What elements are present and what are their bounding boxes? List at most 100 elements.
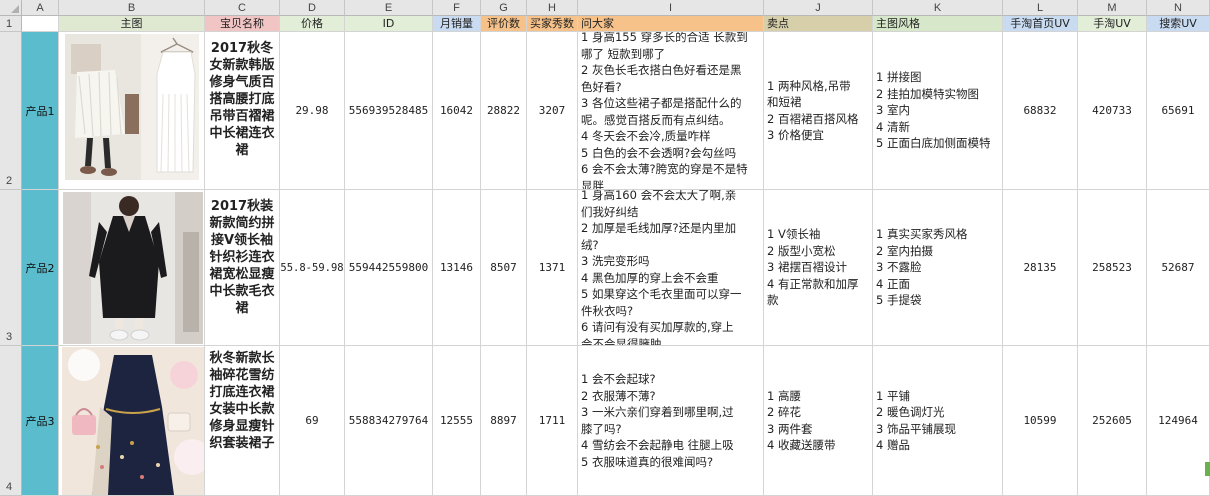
- header-search-uv[interactable]: 搜索UV: [1147, 16, 1210, 32]
- product-questions[interactable]: 1 身高155 穿多长的合适 长款到 哪了 短款到哪了 2 灰色长毛衣搭白色好看…: [578, 32, 764, 190]
- column-header-b[interactable]: B: [59, 0, 205, 16]
- product-price[interactable]: 55.8-59.98: [280, 190, 345, 346]
- header-buyer-shows[interactable]: 买家秀数: [527, 16, 578, 32]
- column-header-m[interactable]: M: [1078, 0, 1147, 16]
- header-main-image[interactable]: 主图: [59, 16, 205, 32]
- product-taobao-uv[interactable]: 252605: [1078, 346, 1147, 496]
- dress-photo-icon: [65, 34, 199, 180]
- product-selling-points[interactable]: 1 高腰 2 碎花 3 两件套 4 收藏送腰带: [764, 346, 873, 496]
- row-number: 2: [6, 175, 13, 187]
- row-header-3[interactable]: 3: [0, 190, 22, 346]
- selling-point-line: 1 V领长袖: [767, 227, 821, 242]
- product-id[interactable]: 559442559800: [345, 190, 433, 346]
- header-monthly-sales[interactable]: 月销量: [433, 16, 481, 32]
- image-style-line: 5 手提袋: [876, 293, 922, 308]
- product-monthly-sales[interactable]: 16042: [433, 32, 481, 190]
- header-price[interactable]: 价格: [280, 16, 345, 32]
- question-line: 显胖: [581, 178, 604, 190]
- product-home-uv[interactable]: 10599: [1003, 346, 1078, 496]
- product-label: 产品3: [25, 414, 55, 428]
- product-selling-points[interactable]: 1 V领长袖 2 版型小宽松 3 裙摆百褶设计 4 有正常款和加厚 款: [764, 190, 873, 346]
- image-style-line: 4 赠品: [876, 438, 910, 452]
- header-cell-a[interactable]: [22, 16, 59, 32]
- product-search-uv[interactable]: 124964: [1147, 346, 1210, 496]
- header-reviews[interactable]: 评价数: [481, 16, 527, 32]
- product-questions[interactable]: 1 会不会起球? 2 衣服薄不薄? 3 一米六亲们穿着到哪里啊,过 膝了吗? 4…: [578, 346, 764, 496]
- question-line: 3 洗完变形吗: [581, 254, 650, 268]
- column-header-n[interactable]: N: [1147, 0, 1210, 16]
- image-style-line: 4 清新: [876, 119, 910, 134]
- column-header-j[interactable]: J: [764, 0, 873, 16]
- question-line: 膝了吗?: [581, 421, 622, 436]
- product-reviews[interactable]: 28822: [481, 32, 527, 190]
- header-id[interactable]: ID: [345, 16, 433, 32]
- product-label-cell[interactable]: 产品2: [22, 190, 59, 346]
- product-image-cell[interactable]: [59, 190, 205, 346]
- product-image-style[interactable]: 1 拼接图 2 挂拍加模特实物图 3 室内 4 清新 5 正面白底加侧面模特: [873, 32, 1003, 190]
- question-line: 4 黑色加厚的穿上会不会重: [581, 270, 719, 285]
- product-image-style[interactable]: 1 真实买家秀风格 2 室内拍摄 3 不露脸 4 正面 5 手提袋: [873, 190, 1003, 346]
- product-image-cell[interactable]: [59, 346, 205, 496]
- column-header-c[interactable]: C: [205, 0, 280, 16]
- product-id[interactable]: 558834279764: [345, 346, 433, 496]
- column-header-a[interactable]: A: [22, 0, 59, 16]
- column-header-l[interactable]: L: [1003, 0, 1078, 16]
- dress-photo-icon: [63, 192, 203, 344]
- product-image-style[interactable]: 1 平铺 2 暖色调灯光 3 饰品平铺展现 4 赠品: [873, 346, 1003, 496]
- column-header-i[interactable]: I: [578, 0, 764, 16]
- product-name[interactable]: 2017秋装新款简约拼接V领长袖针织衫连衣裙宽松显瘦中长款毛衣裙: [205, 190, 280, 346]
- question-line: 呢。感觉百搭反而有点纠结。: [581, 112, 731, 127]
- product-home-uv[interactable]: 68832: [1003, 32, 1078, 190]
- product-taobao-uv[interactable]: 420733: [1078, 32, 1147, 190]
- selling-point-line: 3 价格便宜: [767, 128, 824, 142]
- header-product-name[interactable]: 宝贝名称: [205, 16, 280, 32]
- column-header-k[interactable]: K: [873, 0, 1003, 16]
- row-header-2[interactable]: 2: [0, 32, 22, 190]
- column-header-f[interactable]: F: [433, 0, 481, 16]
- header-questions[interactable]: 问大家: [578, 16, 764, 32]
- product-home-uv[interactable]: 28135: [1003, 190, 1078, 346]
- header-home-uv[interactable]: 手淘首页UV: [1003, 16, 1078, 32]
- selling-point-line: 和短裙: [767, 95, 802, 109]
- question-line: 会不会显得臃肿: [581, 336, 662, 346]
- question-line: 2 加厚是毛线加厚?还是内里加: [581, 221, 737, 235]
- question-line: 6 请问有没有买加厚款的,穿上: [581, 320, 734, 334]
- row-header-1[interactable]: 1: [0, 16, 22, 32]
- product-search-uv[interactable]: 52687: [1147, 190, 1210, 346]
- product-label: 产品2: [25, 261, 55, 275]
- product-reviews[interactable]: 8897: [481, 346, 527, 496]
- product-price[interactable]: 69: [280, 346, 345, 496]
- product-id[interactable]: 556939528485: [345, 32, 433, 190]
- product-questions[interactable]: 1 身高160 会不会太大了啊,亲 们我好纠结 2 加厚是毛线加厚?还是内里加 …: [578, 190, 764, 346]
- question-line: 色好看?: [581, 79, 622, 94]
- question-line: 2 衣服薄不薄?: [581, 388, 656, 403]
- header-taobao-uv[interactable]: 手淘UV: [1078, 16, 1147, 32]
- selling-point-line: 1 两种风格,吊带: [767, 78, 851, 93]
- product-selling-points[interactable]: 1 两种风格,吊带 和短裙 2 百褶裙百搭风格 3 价格便宜: [764, 32, 873, 190]
- product-label-cell[interactable]: 产品1: [22, 32, 59, 190]
- product-image-cell[interactable]: [59, 32, 205, 190]
- header-image-style[interactable]: 主图风格: [873, 16, 1003, 32]
- product-taobao-uv[interactable]: 258523: [1078, 190, 1147, 346]
- product-label-cell[interactable]: 产品3: [22, 346, 59, 496]
- header-selling-points[interactable]: 卖点: [764, 16, 873, 32]
- row-header-4[interactable]: 4: [0, 346, 22, 496]
- product-name[interactable]: 2017秋冬女新款韩版修身气质百搭高腰打底吊带百褶裙中长裙连衣裙: [205, 32, 280, 190]
- product-search-uv[interactable]: 65691: [1147, 32, 1210, 190]
- product-price[interactable]: 29.98: [280, 32, 345, 190]
- column-header-g[interactable]: G: [481, 0, 527, 16]
- product-reviews[interactable]: 8507: [481, 190, 527, 346]
- product-monthly-sales[interactable]: 12555: [433, 346, 481, 496]
- question-line: 3 各位这些裙子都是搭配什么的: [581, 96, 742, 110]
- image-style-line: 1 拼接图: [876, 70, 922, 85]
- select-all-corner[interactable]: [0, 0, 22, 16]
- column-header-e[interactable]: E: [345, 0, 433, 16]
- product-buyer-shows[interactable]: 1711: [527, 346, 578, 496]
- product-monthly-sales[interactable]: 13146: [433, 190, 481, 346]
- product-name[interactable]: 秋冬新款长袖碎花雪纺打底连衣裙女装中长款修身显瘦针织套装裙子: [205, 346, 280, 496]
- column-header-d[interactable]: D: [280, 0, 345, 16]
- column-header-h[interactable]: H: [527, 0, 578, 16]
- product-buyer-shows[interactable]: 3207: [527, 32, 578, 190]
- product-buyer-shows[interactable]: 1371: [527, 190, 578, 346]
- image-style-line: 2 暖色调灯光: [876, 405, 945, 419]
